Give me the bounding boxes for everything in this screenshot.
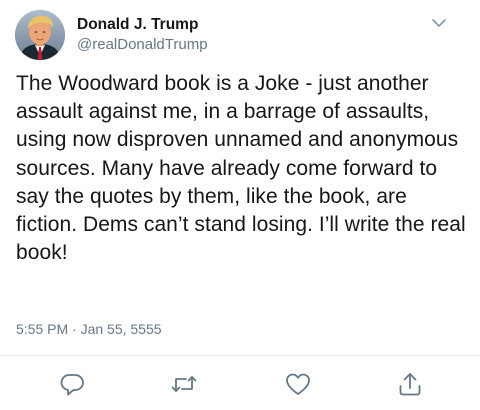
tweet-card: Donald J. Trump @realDonaldTrump The Woo… [0, 0, 480, 410]
profile-photo [15, 10, 65, 60]
user-handle[interactable]: @realDonaldTrump [77, 35, 208, 54]
tweet-text: The Woodward book is a Joke - just anoth… [16, 72, 466, 265]
tweet-header: Donald J. Trump @realDonaldTrump [15, 10, 465, 62]
chevron-down-icon[interactable] [431, 16, 447, 28]
avatar[interactable] [15, 10, 65, 60]
action-bar [0, 370, 480, 400]
retweet-icon[interactable] [170, 370, 198, 398]
tweet-timestamp[interactable]: 5:55 PM · Jan 55, 5555 [16, 321, 162, 337]
author-block[interactable]: Donald J. Trump @realDonaldTrump [77, 15, 208, 54]
divider [0, 355, 480, 356]
display-name[interactable]: Donald J. Trump [77, 15, 208, 34]
reply-icon[interactable] [58, 370, 86, 398]
heart-icon[interactable] [284, 370, 312, 398]
share-icon[interactable] [396, 370, 424, 398]
